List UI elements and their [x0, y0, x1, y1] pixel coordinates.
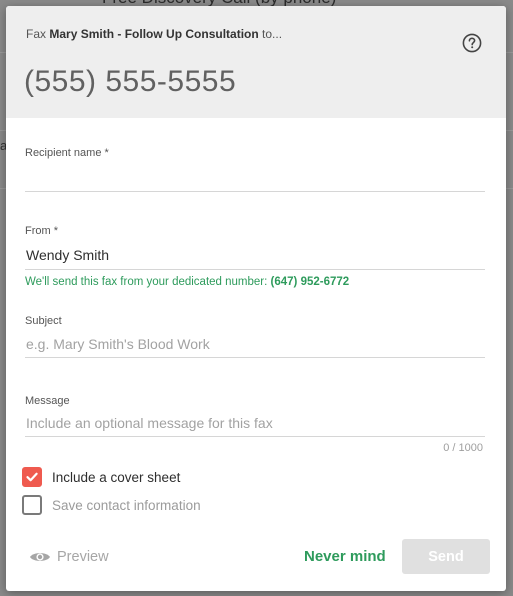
fax-title-line: Fax Mary Smith - Follow Up Consultation …	[26, 27, 282, 41]
message-underline	[25, 436, 485, 437]
fax-prefix: Fax	[26, 27, 47, 41]
dialog-header: Fax Mary Smith - Follow Up Consultation …	[6, 6, 506, 118]
save-contact-option[interactable]: Save contact information	[22, 495, 201, 515]
eye-icon	[30, 553, 50, 561]
checkmark-icon	[26, 472, 38, 482]
message-input[interactable]: Include an optional message for this fax	[26, 415, 273, 431]
message-field: Message Include an optional message for …	[25, 395, 485, 440]
cover-sheet-option[interactable]: Include a cover sheet	[22, 467, 180, 487]
dedicated-number-hint: We'll send this fax from your dedicated …	[25, 276, 349, 288]
cover-sheet-checkbox[interactable]	[22, 467, 42, 487]
message-label: Message	[25, 395, 70, 407]
dedicated-number: (647) 952-6772	[270, 276, 350, 288]
preview-label: Preview	[57, 549, 109, 565]
recipient-label: Recipient name *	[25, 147, 109, 159]
message-char-counter: 0 / 1000	[443, 442, 483, 454]
never-mind-button[interactable]: Never mind	[304, 548, 386, 565]
subject-field: Subject e.g. Mary Smith's Blood Work	[25, 315, 485, 360]
from-input[interactable]: Wendy Smith	[26, 247, 109, 263]
subject-underline	[25, 357, 485, 358]
subject-input[interactable]: e.g. Mary Smith's Blood Work	[26, 336, 210, 352]
from-underline	[25, 269, 485, 270]
recipient-field: Recipient name *	[25, 147, 485, 192]
send-button[interactable]: Send	[402, 539, 490, 574]
fax-dialog: Fax Mary Smith - Follow Up Consultation …	[6, 6, 506, 591]
subject-label: Subject	[25, 315, 62, 327]
save-contact-label[interactable]: Save contact information	[52, 498, 201, 513]
cover-sheet-label[interactable]: Include a cover sheet	[52, 470, 180, 485]
preview-button[interactable]: Preview	[29, 549, 109, 565]
from-label: From *	[25, 225, 58, 237]
question-circle-icon[interactable]	[462, 33, 482, 53]
fax-number: (555) 555-5555	[24, 65, 237, 98]
fax-document-name: Mary Smith - Follow Up Consultation	[49, 27, 259, 41]
fax-suffix: to...	[262, 27, 283, 41]
from-field: From * Wendy Smith	[25, 225, 485, 270]
hint-text: We'll send this fax from your dedicated …	[25, 276, 268, 288]
save-contact-checkbox[interactable]	[22, 495, 42, 515]
recipient-underline	[25, 191, 485, 192]
